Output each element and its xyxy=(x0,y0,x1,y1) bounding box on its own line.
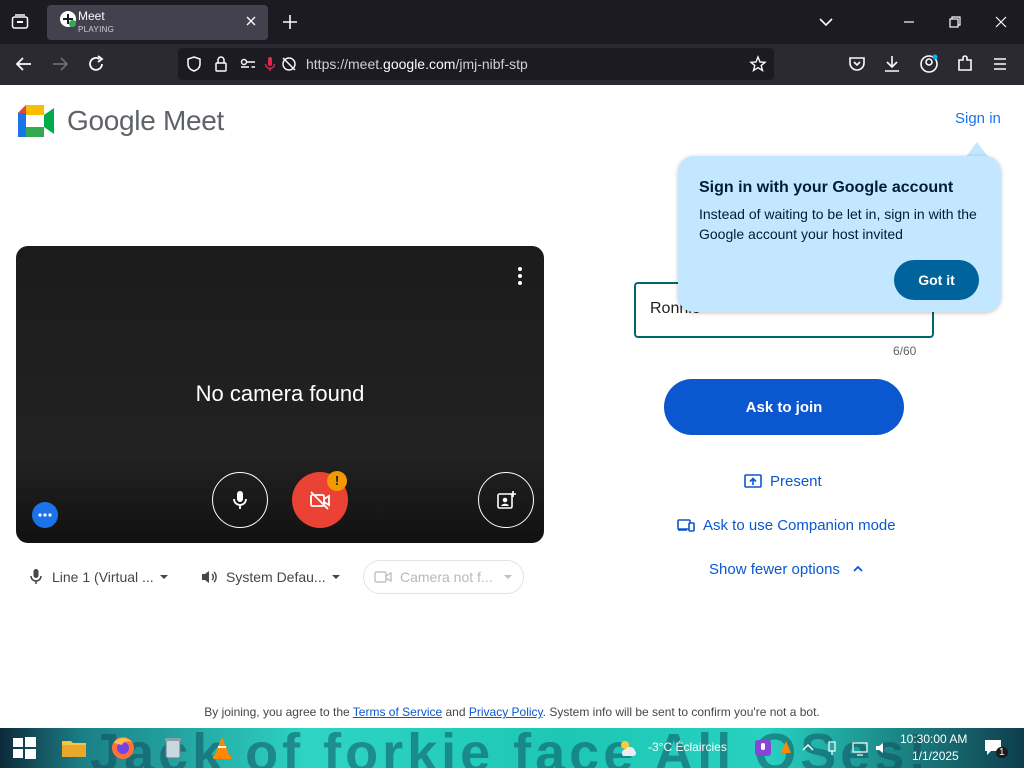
microphone-select[interactable]: Line 1 (Virtual ... xyxy=(28,560,169,594)
legal-prefix: By joining, you agree to the xyxy=(204,705,353,719)
address-bar[interactable]: https://meet.google.com/jmj-nibf-stp xyxy=(178,48,774,80)
notifications-button[interactable]: 1 xyxy=(983,738,1008,760)
camera-select-value: Camera not f... xyxy=(400,569,493,585)
legal-suffix: . System info will be sent to confirm yo… xyxy=(542,705,820,719)
tab-list-icon[interactable] xyxy=(6,10,34,34)
list-all-tabs-icon[interactable] xyxy=(814,10,838,34)
menu-icon[interactable] xyxy=(988,52,1012,76)
forward-icon[interactable] xyxy=(48,52,72,76)
microphone-icon xyxy=(233,491,247,509)
microphone-select-value: Line 1 (Virtual ... xyxy=(52,569,154,585)
brand-name: Google Meet xyxy=(67,105,225,136)
present-screen-icon xyxy=(744,474,762,488)
windows-start-icon[interactable] xyxy=(10,734,38,762)
got-it-button[interactable]: Got it xyxy=(894,260,979,300)
microphone-icon xyxy=(30,569,42,584)
ellipsis-icon xyxy=(38,513,52,517)
visual-effects-button[interactable] xyxy=(478,472,534,528)
legal-and: and xyxy=(442,705,469,719)
companion-mode-button[interactable]: Ask to use Companion mode xyxy=(677,513,896,537)
companion-devices-icon xyxy=(677,519,695,532)
permissions-icon[interactable] xyxy=(238,54,258,74)
account-icon[interactable] xyxy=(917,52,941,76)
sign-in-link[interactable]: Sign in xyxy=(955,110,1001,127)
bookmark-star-icon[interactable] xyxy=(748,54,768,74)
present-label: Present xyxy=(770,472,822,490)
microphone-active-icon[interactable] xyxy=(260,54,280,74)
vlc-tray-icon[interactable] xyxy=(778,740,794,756)
tracking-protection-off-icon[interactable] xyxy=(279,54,299,74)
downloads-icon[interactable] xyxy=(880,52,904,76)
vlc-icon[interactable] xyxy=(208,734,236,762)
pocket-icon[interactable] xyxy=(845,52,869,76)
minimize-icon[interactable] xyxy=(897,10,921,34)
restore-icon[interactable] xyxy=(943,10,967,34)
legal-notice: By joining, you agree to the Terms of Se… xyxy=(0,705,1024,719)
tab-title: Meet xyxy=(78,9,105,23)
tooltip-body: Instead of waiting to be let in, sign in… xyxy=(699,206,977,242)
firefox-icon[interactable] xyxy=(109,734,137,762)
camera-warning-badge[interactable]: ! xyxy=(327,471,347,491)
recycle-bin-icon[interactable] xyxy=(159,734,187,762)
show-fewer-options-button[interactable]: Show fewer options xyxy=(709,557,872,581)
clock-time[interactable]: 10:30:00 AM xyxy=(900,732,967,746)
meet-favicon-icon xyxy=(60,11,76,27)
chevron-down-icon xyxy=(331,575,340,579)
terms-of-service-link[interactable]: Terms of Service xyxy=(353,705,442,719)
windows-taskbar: Jack of forkie face All OSes! -3°C Éclai… xyxy=(0,728,1024,768)
shield-icon[interactable] xyxy=(184,54,204,74)
weather-text[interactable]: -3°C Éclaircies xyxy=(648,740,727,754)
extensions-icon[interactable] xyxy=(953,52,977,76)
speaker-select[interactable]: System Defau... xyxy=(200,560,341,594)
tooltip-title: Sign in with your Google account xyxy=(699,179,954,196)
camera-preview: No camera found ! xyxy=(16,246,544,543)
url-host: google.com xyxy=(383,56,456,72)
weather-icon[interactable] xyxy=(616,734,640,762)
chevron-down-icon xyxy=(159,575,168,579)
tab-bar: Meet PLAYING xyxy=(0,0,1024,44)
network-icon[interactable] xyxy=(852,740,868,756)
browser-tab-meet[interactable]: Meet PLAYING xyxy=(47,5,268,40)
notification-count: 1 xyxy=(996,747,1008,758)
meet-page: Google Meet Sign in No camera found ! Li… xyxy=(0,85,1024,728)
chevron-up-tray-icon[interactable] xyxy=(800,740,816,756)
more-options-icon[interactable] xyxy=(512,264,528,288)
podcast-app-icon[interactable] xyxy=(755,740,771,756)
show-fewer-options-label: Show fewer options xyxy=(709,560,840,578)
usb-icon[interactable] xyxy=(824,740,840,756)
tab-playing-status: PLAYING xyxy=(78,25,115,34)
no-camera-message: No camera found xyxy=(195,381,365,406)
camera-off-icon xyxy=(310,491,330,510)
file-explorer-icon[interactable] xyxy=(60,734,88,762)
camera-select: Camera not f... xyxy=(363,560,524,594)
back-icon[interactable] xyxy=(12,52,36,76)
volume-icon[interactable] xyxy=(874,740,890,756)
new-tab-icon[interactable] xyxy=(278,10,302,34)
camera-icon xyxy=(374,571,392,583)
microphone-toggle-button[interactable] xyxy=(212,472,268,528)
url-text[interactable]: https://meet.google.com/jmj-nibf-stp xyxy=(306,56,528,72)
clock-date[interactable]: 1/1/2025 xyxy=(912,749,959,763)
privacy-policy-link[interactable]: Privacy Policy xyxy=(469,705,543,719)
close-window-icon[interactable] xyxy=(989,10,1013,34)
more-actions-button[interactable] xyxy=(32,502,58,528)
name-char-count: 6/60 xyxy=(893,344,917,358)
lock-icon[interactable] xyxy=(211,54,231,74)
chevron-up-icon xyxy=(853,565,863,572)
companion-mode-label: Ask to use Companion mode xyxy=(703,516,896,534)
google-meet-logo-icon xyxy=(18,105,54,137)
ask-to-join-button[interactable]: Ask to join xyxy=(664,379,904,435)
navigation-bar: https://meet.google.com/jmj-nibf-stp xyxy=(0,44,1024,85)
url-scheme: https://meet. xyxy=(306,56,384,72)
speaker-icon xyxy=(202,571,217,583)
backgrounds-effects-icon xyxy=(497,491,516,509)
reload-icon[interactable] xyxy=(84,52,108,76)
chevron-down-icon xyxy=(503,575,512,579)
present-button[interactable]: Present xyxy=(744,469,822,493)
sign-in-tooltip: Sign in with your Google account Instead… xyxy=(678,156,1001,312)
url-path: /jmj-nibf-stp xyxy=(455,56,528,72)
speaker-select-value: System Defau... xyxy=(226,569,326,585)
close-tab-icon[interactable] xyxy=(243,13,259,29)
